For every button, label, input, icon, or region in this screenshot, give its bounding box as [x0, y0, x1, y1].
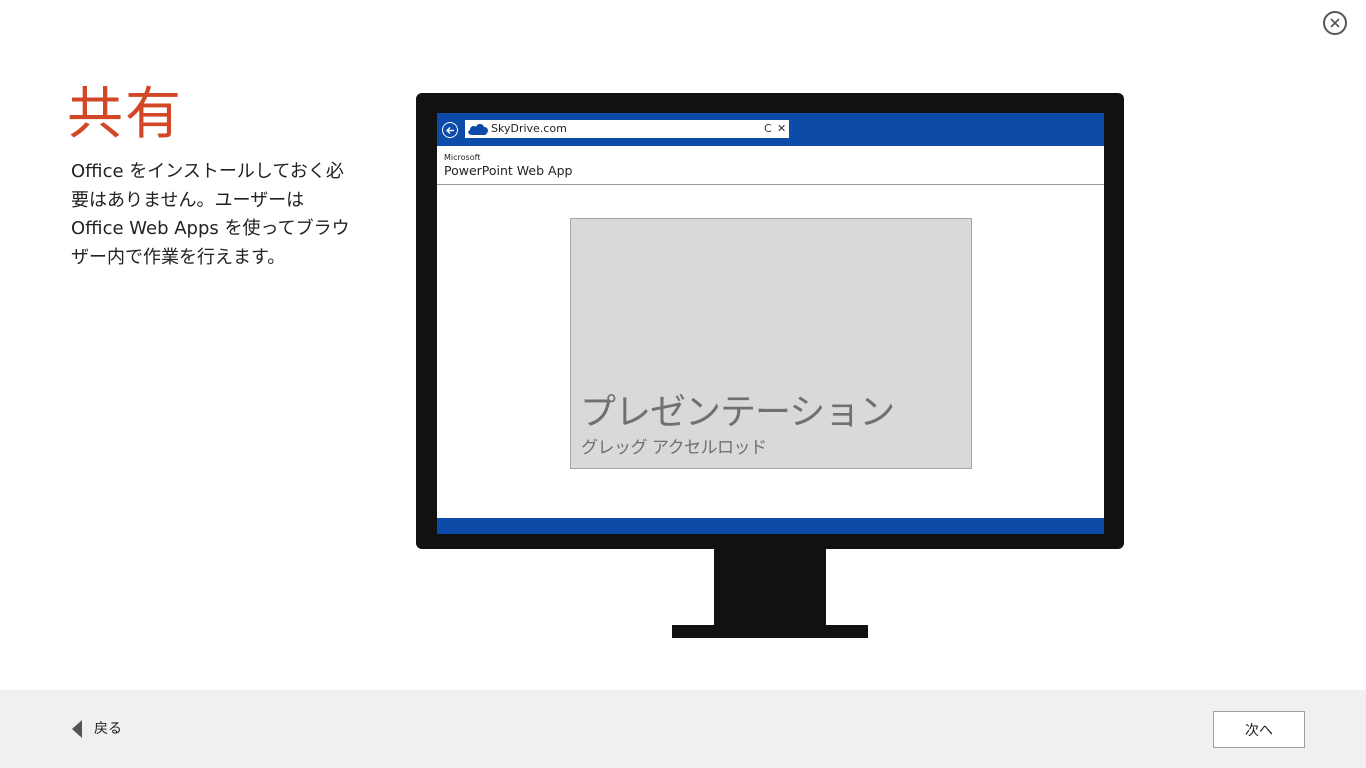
browser-stop-icon: ✕: [777, 122, 787, 135]
brand-label: Microsoft: [444, 153, 481, 162]
slide-title: プレゼンテーション: [580, 392, 895, 433]
monitor-stand-base: [672, 625, 868, 638]
monitor-screen: SkyDrive.com C ✕ Microsoft PowerPoint We…: [437, 113, 1104, 534]
presentation-slide: プレゼンテーション グレッグ アクセルロッド: [570, 218, 972, 469]
browser-address-bar: SkyDrive.com C ✕: [465, 120, 789, 138]
web-app-header: Microsoft PowerPoint Web App: [437, 146, 1104, 185]
browser-refresh-icon: C: [764, 122, 772, 135]
close-icon: [1330, 18, 1340, 28]
skydrive-cloud-icon: [468, 124, 488, 135]
page-title: 共有: [67, 82, 183, 147]
browser-back-icon: [442, 122, 458, 138]
slide-subtitle: グレッグ アクセルロッド: [581, 438, 767, 458]
browser-toolbar: SkyDrive.com C ✕: [437, 113, 1104, 146]
app-status-bar: [437, 518, 1104, 534]
description-text: Office をインストールしておく必要はありません。ユーザーは Office …: [71, 161, 350, 268]
next-button[interactable]: 次へ: [1213, 711, 1305, 748]
app-name: PowerPoint Web App: [444, 163, 573, 178]
footer-bar: 戻る 次へ: [0, 690, 1366, 768]
triangle-left-icon: [72, 720, 82, 738]
browser-url: SkyDrive.com: [491, 122, 567, 135]
close-button[interactable]: [1323, 11, 1347, 35]
back-button-label: 戻る: [94, 721, 122, 737]
back-button[interactable]: 戻る: [72, 719, 122, 739]
monitor-stand-neck: [714, 548, 826, 626]
